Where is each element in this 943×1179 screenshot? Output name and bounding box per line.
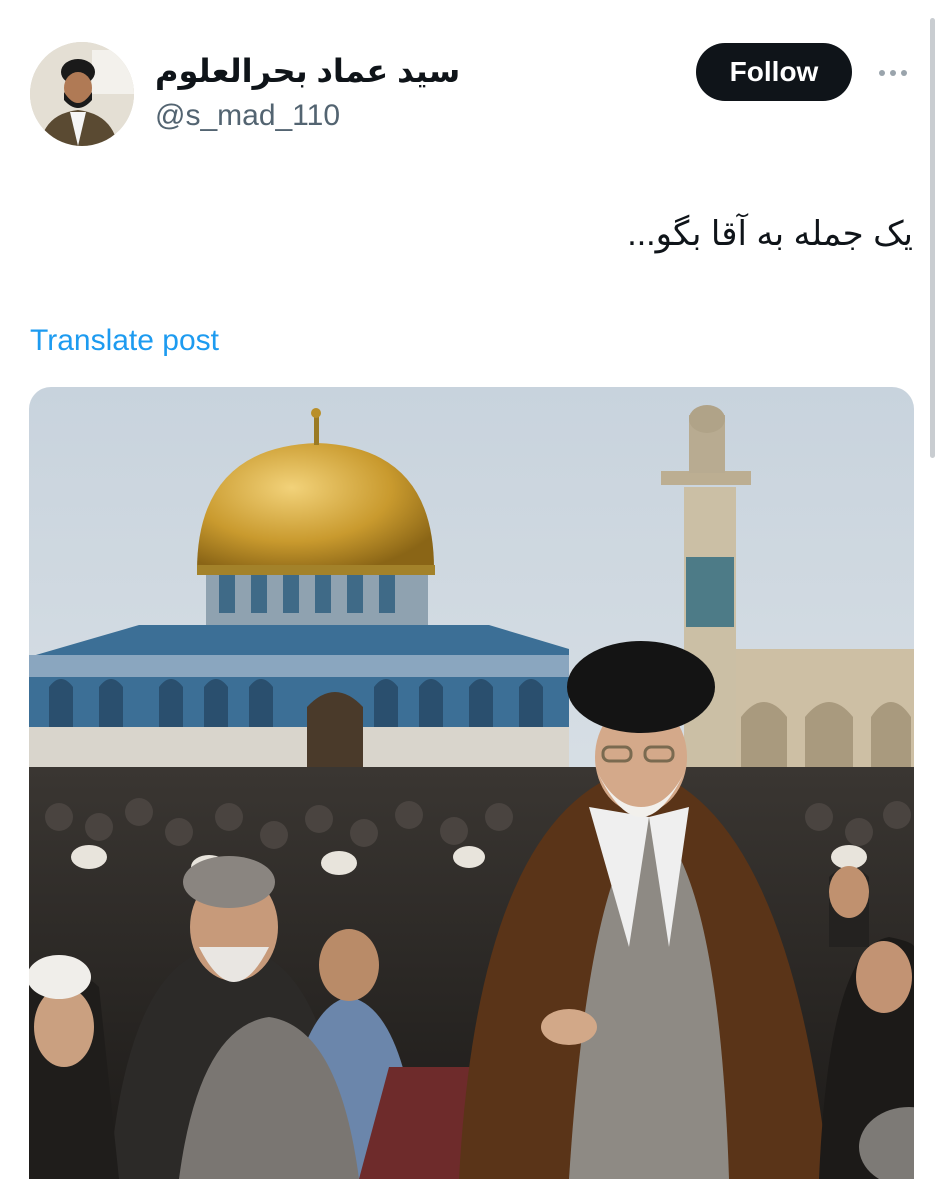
scrollbar[interactable]	[930, 18, 935, 458]
post-image[interactable]	[29, 387, 914, 1179]
post-header: سید عماد بحرالعلوم @s_mad_110 Follow	[0, 0, 943, 170]
translate-post-link[interactable]: Translate post	[30, 324, 219, 358]
dot	[890, 70, 896, 76]
author-display-name[interactable]: سید عماد بحرالعلوم	[155, 52, 460, 90]
post-text: یک جمله به آقا بگو...	[627, 215, 913, 253]
dot	[901, 70, 907, 76]
author-handle[interactable]: @s_mad_110	[155, 99, 340, 133]
dot	[879, 70, 885, 76]
author-avatar[interactable]	[30, 42, 134, 146]
avatar-icon	[30, 42, 134, 146]
more-options-icon[interactable]	[868, 56, 918, 90]
post-image-illustration	[29, 387, 914, 1179]
follow-button[interactable]: Follow	[696, 43, 852, 101]
